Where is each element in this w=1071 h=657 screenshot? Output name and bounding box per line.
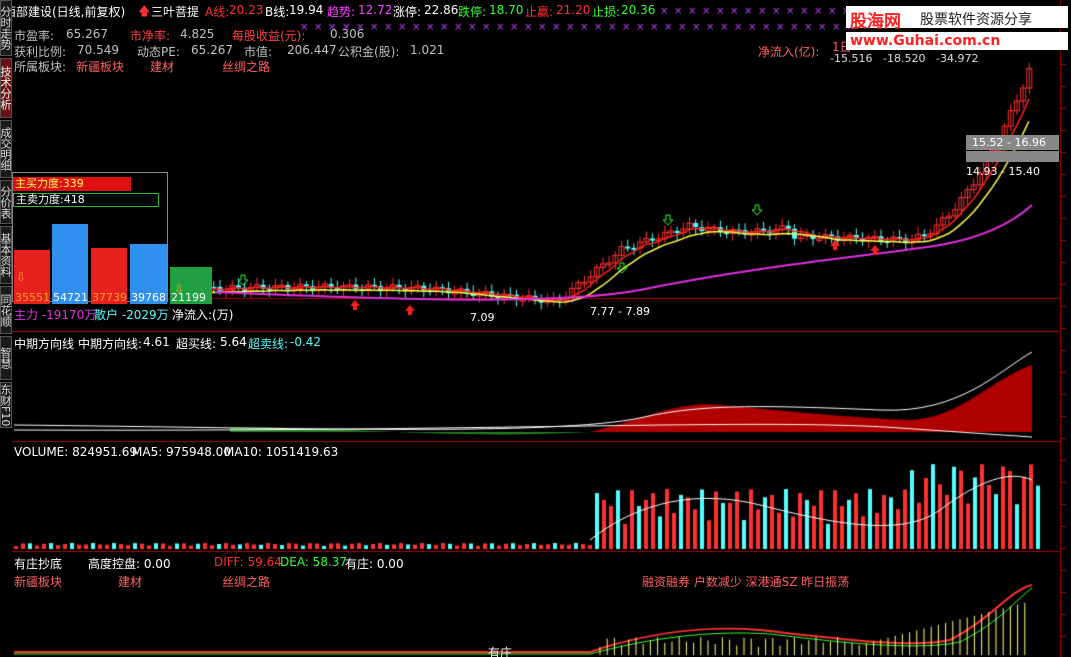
watermark-site-name: 股海网	[850, 12, 901, 32]
oversold-value: -0.42	[290, 335, 322, 349]
limit-down-label: 跌停:	[458, 5, 487, 19]
reserve-label: 公积金(股):	[338, 45, 400, 59]
inflow-value-2: -18.520	[883, 52, 926, 65]
watermark-url: www.Guhai.com.cn	[850, 33, 1001, 49]
pe-label: 市盈率:	[14, 29, 55, 43]
ma10-value: MA10: 1051419.63	[224, 445, 339, 459]
profit-ratio-value: 70.549	[77, 43, 119, 57]
retail-value: 散户 -2029万	[94, 308, 169, 322]
bottom-panel-title: 有庄抄底	[14, 557, 63, 571]
overbought-label: 超买线:	[176, 337, 217, 351]
price-level-4: 7.09	[470, 311, 495, 324]
trend-label: 趋势:	[327, 5, 356, 19]
b-line-label: B线:	[265, 5, 290, 19]
stock-tags: 融资融券 户数减少 深港通SZ 昨日振荡	[642, 575, 850, 589]
limit-up-label: 涨停:	[393, 5, 422, 19]
main-sell-force: 主卖力度:418	[13, 193, 159, 207]
main-force-value: 主力 -19170万	[14, 308, 97, 322]
ma5-value: MA5: 975948.00	[132, 445, 231, 459]
take-profit-value: 21.20	[556, 3, 591, 17]
pe-value: 65.267	[66, 27, 108, 41]
tab-ths-f10[interactable]: 同花顺F10	[0, 286, 12, 334]
price-band-2	[966, 151, 1059, 162]
inflow-value-1: -15.516	[830, 52, 873, 65]
take-profit-label: 止赢:	[525, 5, 554, 19]
price-level-3: 7.77 - 7.89	[590, 305, 650, 318]
bottom-sector-xinjiang[interactable]: 新疆板块	[14, 573, 62, 590]
price-level-2: 14.93 - 15.40	[966, 165, 1040, 178]
tab-technical-analysis[interactable]: 技术分析	[0, 58, 12, 118]
sector-label: 所属板块:	[14, 60, 67, 74]
watermark-url-box: www.Guhai.com.cn	[846, 32, 1068, 50]
market-value-value: 206.447	[287, 43, 337, 57]
eps-value: 0.306	[330, 27, 365, 41]
eps-label: 每股收益(元):	[232, 29, 306, 43]
a-line-label: A线:	[205, 5, 230, 19]
bottom-sector-silk-road[interactable]: 丝绸之路	[222, 573, 270, 590]
tab-zhihui-f10[interactable]: 智慧F10	[0, 336, 12, 380]
b-line-value: 19.94	[289, 3, 324, 17]
pb-value: 4.825	[180, 27, 215, 41]
tab-dongcai-f10[interactable]: 东财F10	[0, 382, 12, 428]
indicator-name: 三叶菩提	[151, 5, 200, 19]
mid-line-label: 中期方向线:	[78, 337, 143, 351]
force-bar-2-label: 54721	[53, 291, 88, 304]
tab-price-table[interactable]: 分价表	[0, 180, 12, 224]
dea-value: DEA: 58.37	[280, 555, 348, 569]
inflow-value-3: -34.972	[936, 52, 979, 65]
force-bar-3-label: 37739	[92, 291, 127, 304]
pb-label: 市净率:	[130, 29, 171, 43]
a-line-value: 20.23	[229, 3, 264, 17]
price-level-1: 15.52 - 16.96	[972, 136, 1046, 149]
mid-panel-title: 中期方向线	[14, 337, 75, 351]
force-bar-4-label: 39768	[131, 291, 166, 304]
stop-loss-value: 20.36	[621, 3, 656, 17]
dynamic-pe-value: 65.267	[191, 43, 233, 57]
net-inflow-label: 净流入(亿):	[758, 45, 820, 59]
bottom-label: 有庄	[488, 646, 513, 657]
limit-down-value: 18.70	[489, 3, 524, 17]
stop-loss-label: 止损:	[592, 5, 621, 19]
limit-up-value: 22.86	[424, 3, 459, 17]
control-value: 高度控盘: 0.00	[88, 557, 171, 571]
sector-silk-road[interactable]: 丝绸之路	[222, 58, 270, 75]
arrow-up-icon: 🡅	[138, 4, 151, 18]
main-buy-force: 主买力度:339	[13, 177, 131, 191]
force-bar-5-label: 21199	[171, 291, 206, 304]
trend-value: 12.72	[358, 3, 393, 17]
reserve-value: 1.021	[410, 43, 445, 57]
volume-value: VOLUME: 824951.69	[14, 445, 137, 459]
tab-basic-info[interactable]: 基本资料	[0, 226, 12, 284]
sector-xinjiang[interactable]: 新疆板块	[76, 58, 124, 75]
watermark-slogan: 股票软件资源分享	[920, 12, 1032, 28]
diff-value: DIFF: 59.64	[214, 555, 282, 569]
down-arrow-icon: ⇩	[16, 270, 27, 284]
stock-title: 西部建设(日线,前复权)	[4, 5, 126, 19]
bottom-sector-building[interactable]: 建材	[118, 573, 142, 590]
yz-value: 有庄: 0.00	[345, 557, 404, 571]
net-inflow-unit-label: 净流入:(万)	[172, 308, 234, 322]
watermark-banner: 股海网 股票软件资源分享	[846, 6, 1068, 32]
mid-line-value: 4.61	[143, 335, 170, 349]
tab-time-share[interactable]: 分时走势	[0, 0, 12, 56]
force-bar-1-label: 35551	[15, 291, 50, 304]
sector-building-materials[interactable]: 建材	[150, 58, 174, 75]
tab-trade-detail[interactable]: 成交明细	[0, 120, 12, 178]
overbought-value: 5.64	[220, 335, 247, 349]
oversold-label: 超卖线:	[248, 337, 289, 351]
